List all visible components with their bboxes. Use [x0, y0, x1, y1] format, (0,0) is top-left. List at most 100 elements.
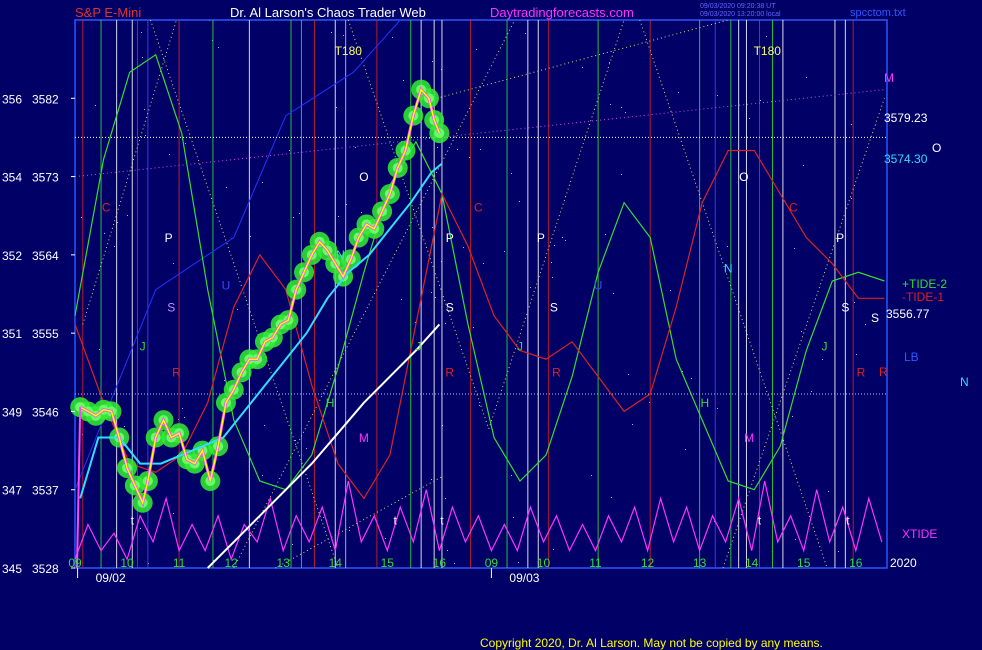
star — [717, 95, 718, 96]
label-level-1: 3579.23 — [884, 111, 928, 125]
star — [392, 37, 393, 38]
astro-marker: R — [857, 366, 866, 380]
star — [218, 47, 219, 48]
star — [262, 182, 263, 183]
star — [293, 217, 294, 218]
star — [749, 118, 750, 119]
star — [431, 479, 432, 480]
star — [295, 440, 296, 441]
astro-marker: J — [517, 340, 523, 354]
star — [473, 327, 474, 328]
star — [81, 217, 82, 218]
star — [803, 165, 804, 166]
star — [99, 349, 100, 350]
astro-marker: R — [552, 366, 561, 380]
astro-marker: C — [102, 200, 111, 214]
star — [401, 299, 402, 300]
astro-marker: S — [446, 300, 454, 314]
astro-marker: S — [167, 300, 175, 314]
astro-marker: S — [841, 300, 849, 314]
site-title: Dr. Al Larson's Chaos Trader Web — [230, 5, 426, 20]
star — [851, 124, 852, 125]
x-tick-label: 14 — [745, 556, 759, 570]
astro-marker: U — [222, 279, 231, 293]
star — [691, 378, 692, 379]
y-tick-price: 3555 — [32, 327, 59, 341]
x-tick-label: 11 — [589, 556, 602, 570]
star — [355, 147, 356, 148]
star — [445, 323, 446, 324]
star — [854, 302, 855, 303]
x-tick-label: 09 — [68, 556, 82, 570]
star — [184, 417, 185, 418]
x-tick-label: 11 — [173, 556, 186, 570]
star — [140, 528, 141, 529]
star — [104, 233, 105, 234]
star — [476, 49, 477, 50]
y-tick-price: 3537 — [32, 484, 59, 498]
star — [117, 222, 118, 223]
star — [145, 135, 146, 136]
star — [513, 517, 514, 518]
star — [795, 539, 796, 540]
y-tick-price: 3564 — [32, 249, 59, 263]
star — [621, 107, 622, 108]
star — [432, 61, 433, 62]
star — [343, 35, 344, 36]
star — [838, 551, 839, 552]
star — [306, 448, 307, 449]
astro-marker: S — [550, 300, 558, 314]
y-tick-left: 345 — [2, 562, 22, 576]
star — [794, 248, 795, 249]
astro-marker: T180 — [335, 44, 363, 58]
star — [628, 374, 629, 375]
star — [530, 287, 531, 288]
star — [127, 215, 128, 216]
star — [173, 513, 174, 514]
star — [525, 33, 526, 34]
star — [338, 216, 339, 217]
star — [670, 290, 671, 291]
star — [822, 359, 823, 360]
star — [454, 563, 455, 564]
site-url[interactable]: Daytradingforecasts.com — [490, 5, 634, 20]
star — [403, 80, 404, 81]
astro-marker: C — [789, 200, 798, 214]
star — [609, 62, 610, 63]
label-r: R — [879, 365, 888, 379]
astro-marker: U — [594, 279, 603, 293]
star — [292, 544, 293, 545]
x-tick-label: 15 — [381, 556, 395, 570]
star — [264, 425, 265, 426]
year-label: 2020 — [890, 556, 917, 570]
star — [95, 105, 96, 106]
label-plus-tide-2: +TIDE-2 — [902, 277, 947, 291]
y-tick-price: 3528 — [32, 562, 59, 576]
star — [565, 240, 566, 241]
chaos-trader-chart: CPUSJRtT180ONHMtJPCSRtPSJRUNHT180OMCtPJS… — [0, 0, 982, 650]
star — [144, 109, 145, 110]
astro-marker: N — [336, 248, 345, 262]
x-tick-label: 10 — [120, 556, 134, 570]
date-label: 09/02 — [96, 571, 126, 585]
x-tick-label: 13 — [277, 556, 291, 570]
astro-marker: P — [537, 231, 545, 245]
label-o: O — [932, 141, 941, 155]
x-tick-label: 10 — [537, 556, 551, 570]
astro-marker: T180 — [754, 44, 782, 58]
astro-marker: O — [739, 170, 748, 184]
astro-marker: N — [724, 261, 733, 275]
star — [760, 100, 761, 101]
star — [625, 112, 626, 113]
x-tick-label: 16 — [849, 556, 863, 570]
star — [463, 247, 464, 248]
star — [479, 405, 480, 406]
astro-marker: H — [700, 396, 709, 410]
star — [483, 263, 484, 264]
star — [727, 246, 728, 247]
star — [856, 354, 857, 355]
x-tick-label: 15 — [797, 556, 811, 570]
x-tick-label: 12 — [641, 556, 655, 570]
y-tick-left: 351 — [2, 327, 22, 341]
star — [621, 174, 622, 175]
